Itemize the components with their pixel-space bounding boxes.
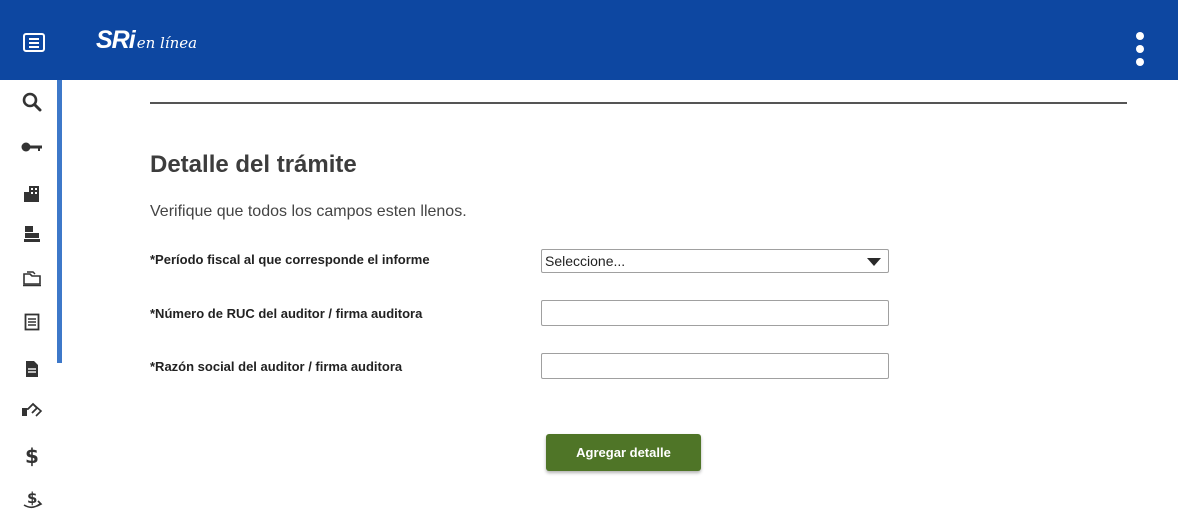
dollar-icon[interactable]: $ (20, 444, 44, 468)
add-detail-button[interactable]: Agregar detalle (546, 434, 701, 471)
document-list-icon[interactable] (20, 310, 44, 334)
razon-social-input[interactable] (541, 353, 889, 379)
menu-icon[interactable] (23, 33, 45, 52)
ruc-input[interactable] (541, 300, 889, 326)
more-options-icon[interactable] (1134, 32, 1146, 66)
handshake-icon[interactable] (20, 398, 44, 422)
search-icon[interactable] (20, 90, 44, 114)
building-icon[interactable] (20, 182, 44, 206)
page-title: Detalle del trámite (150, 151, 357, 178)
file-icon[interactable] (20, 357, 44, 381)
ruc-label: *Número de RUC del auditor / firma audit… (150, 306, 423, 321)
dollar-transfer-icon[interactable]: $ (20, 487, 44, 511)
folder-icon[interactable] (20, 266, 44, 290)
top-bar: SRi en línea (0, 0, 1178, 80)
page-subtitle: Verifique que todos los campos esten lle… (150, 203, 467, 220)
divider (150, 102, 1127, 104)
chevron-down-icon (867, 258, 881, 266)
razon-social-label: *Razón social del auditor / firma audito… (150, 359, 403, 374)
period-select-value: Seleccione... (545, 253, 626, 269)
logo-main-text: SRi (96, 26, 136, 54)
svg-text:$: $ (27, 489, 37, 507)
period-select[interactable]: Seleccione... (541, 249, 889, 273)
cash-register-icon[interactable] (20, 222, 44, 246)
period-label: *Período fiscal al que corresponde el in… (150, 252, 430, 267)
key-icon[interactable] (20, 135, 44, 159)
sri-logo[interactable]: SRi en línea (96, 26, 197, 55)
sidebar: $ $ (0, 80, 62, 525)
logo-sub-text: en línea (136, 34, 198, 52)
sidebar-scroll-indicator (57, 80, 62, 363)
